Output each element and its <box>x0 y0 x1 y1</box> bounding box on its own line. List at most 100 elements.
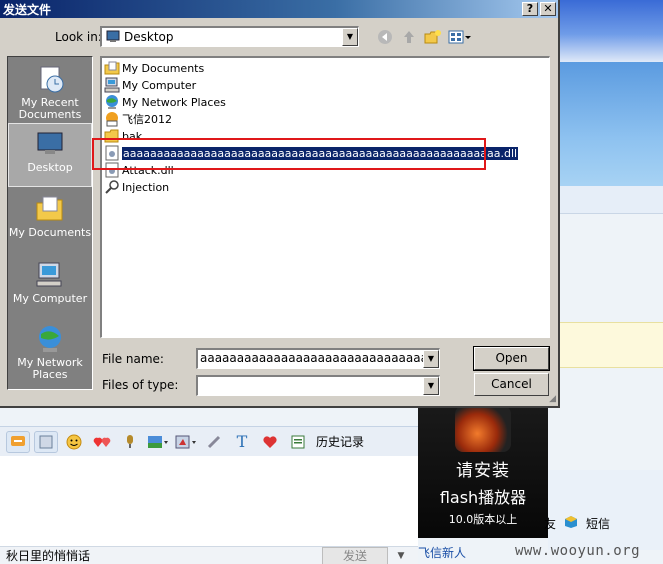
screen-icon[interactable] <box>34 430 58 453</box>
shake-icon[interactable] <box>202 431 226 453</box>
sms-label[interactable]: 短信 <box>586 515 610 532</box>
ad-line-3: 10.0版本以上 <box>448 513 518 526</box>
title-bar[interactable]: 发送文件 ? ✕ <box>0 0 558 18</box>
flash-ad[interactable]: 请安装 flash播放器 10.0版本以上 <box>418 398 548 538</box>
watermark: www.wooyun.org <box>515 543 641 559</box>
image-icon[interactable] <box>146 431 170 453</box>
files-of-type-label: Files of type: <box>102 378 179 392</box>
new-folder-icon[interactable] <box>424 28 442 46</box>
font-icon[interactable]: T <box>230 431 254 453</box>
chevron-down-icon[interactable]: ▼ <box>391 548 411 564</box>
view-menu-icon[interactable] <box>448 28 472 46</box>
screenshot-icon[interactable] <box>174 431 198 453</box>
open-button[interactable]: Open <box>473 346 550 371</box>
side-toolbar <box>555 186 663 214</box>
desktop-icon <box>34 128 66 160</box>
dll-file-icon <box>104 145 120 161</box>
desktop-icon <box>106 29 120 46</box>
list-item[interactable]: Injection <box>104 179 169 195</box>
file-list[interactable]: My Documents My Computer My Network Plac… <box>100 56 550 338</box>
close-button[interactable]: ✕ <box>540 2 556 16</box>
list-item[interactable]: My Network Places <box>104 94 226 110</box>
file-name: 飞信2012 <box>122 113 172 126</box>
my-documents-icon <box>104 60 120 76</box>
file-name: My Computer <box>122 78 197 92</box>
file-name-value: aaaaaaaaaaaaaaaaaaaaaaaaaaaaaaaaaaaaaaaa… <box>200 351 440 365</box>
gift-icon[interactable] <box>258 431 282 453</box>
ad-line-2: flash播放器 <box>439 488 527 507</box>
file-name: My Network Places <box>122 95 226 109</box>
chevron-down-icon[interactable]: ▼ <box>342 28 358 46</box>
cancel-button[interactable]: Cancel <box>474 373 549 396</box>
my-computer-icon <box>104 77 120 93</box>
chat-footer: 秋日里的悄悄话 发送 ▼ <box>0 546 418 564</box>
look-in-dropdown[interactable]: Desktop ▼ <box>100 26 359 47</box>
place-label: My Computer <box>12 292 88 305</box>
sky-banner <box>555 0 663 62</box>
chat-toolbar: T 历史记录 <box>0 426 418 456</box>
dll-file-icon <box>104 162 120 178</box>
help-button[interactable]: ? <box>522 2 538 16</box>
recent-documents-icon <box>34 63 66 95</box>
list-item[interactable]: 飞信2012 <box>104 111 172 127</box>
my-documents-icon <box>34 193 66 225</box>
place-recent-documents[interactable]: My Recent Documents <box>8 59 92 123</box>
send-file-dialog: 发送文件 ? ✕ Look in: Desktop ▼ My Recent Do… <box>0 0 560 408</box>
network-places-icon <box>104 94 120 110</box>
resize-grip-icon[interactable]: ◢ <box>549 394 556 404</box>
file-name-input[interactable]: aaaaaaaaaaaaaaaaaaaaaaaaaaaaaaaaaaaaaaaa… <box>196 348 440 369</box>
partial-label: 友 <box>544 517 557 531</box>
file-name-label: File name: <box>102 352 164 366</box>
side-bottom-panel <box>548 470 663 550</box>
notice-strip <box>555 322 663 368</box>
file-name: My Documents <box>122 61 205 75</box>
footer-hint: 秋日里的悄悄话 <box>6 549 91 563</box>
file-name: Attack.dll <box>122 163 174 177</box>
chat-input-area[interactable] <box>0 456 418 546</box>
microphone-icon[interactable] <box>118 431 142 453</box>
history-label[interactable]: 历史记录 <box>316 433 364 450</box>
place-label: My Recent Documents <box>18 96 82 121</box>
chevron-down-icon[interactable]: ▼ <box>423 350 439 368</box>
place-label: My Network Places <box>17 356 83 381</box>
back-icon[interactable] <box>376 28 394 46</box>
fetion-icon <box>104 111 120 127</box>
sms-icon[interactable] <box>564 515 578 532</box>
network-places-icon <box>34 323 66 355</box>
hearts-icon[interactable] <box>90 431 114 453</box>
nav-toolbar <box>376 28 472 46</box>
place-network[interactable]: My Network Places <box>8 319 92 383</box>
file-name: Injection <box>122 180 170 194</box>
sms-row: 友 短信 <box>544 515 610 532</box>
chat-bubble-icon[interactable] <box>6 430 30 453</box>
dialog-title: 发送文件 <box>3 2 52 17</box>
place-desktop[interactable]: Desktop <box>8 123 92 187</box>
file-name: aaaaaaaaaaaaaaaaaaaaaaaaaaaaaaaaaaaaaaaa… <box>120 145 520 161</box>
list-item[interactable]: My Computer <box>104 77 196 93</box>
fetion-new-link[interactable]: 飞信新人 <box>418 544 466 561</box>
flash-logo-icon <box>455 406 511 452</box>
look-in-value: Desktop <box>124 30 174 44</box>
up-folder-icon[interactable] <box>400 28 418 46</box>
emoticon-icon[interactable] <box>62 431 86 453</box>
place-my-documents[interactable]: My Documents <box>8 189 92 253</box>
file-name: bak <box>122 129 143 143</box>
ad-line-1: 请安装 <box>456 461 510 481</box>
send-label: 发送 <box>342 548 367 563</box>
history-icon[interactable] <box>286 431 310 453</box>
my-computer-icon <box>34 259 66 291</box>
list-item[interactable]: Attack.dll <box>104 162 174 178</box>
place-label: My Documents <box>8 226 92 239</box>
list-item-selected[interactable]: aaaaaaaaaaaaaaaaaaaaaaaaaaaaaaaaaaaaaaaa… <box>104 145 520 161</box>
send-button[interactable]: 发送 ▼ <box>322 546 404 564</box>
place-my-computer[interactable]: My Computer <box>8 255 92 319</box>
place-label: Desktop <box>27 161 73 174</box>
profile-panel <box>555 62 663 190</box>
places-bar: My Recent Documents Desktop My Documents… <box>7 56 93 390</box>
files-of-type-dropdown[interactable]: ▼ <box>196 375 440 396</box>
shortcut-icon <box>104 179 120 195</box>
look-in-label: Look in: <box>55 30 102 44</box>
list-item[interactable]: bak <box>104 128 142 144</box>
list-item[interactable]: My Documents <box>104 60 204 76</box>
chevron-down-icon[interactable]: ▼ <box>423 377 439 395</box>
